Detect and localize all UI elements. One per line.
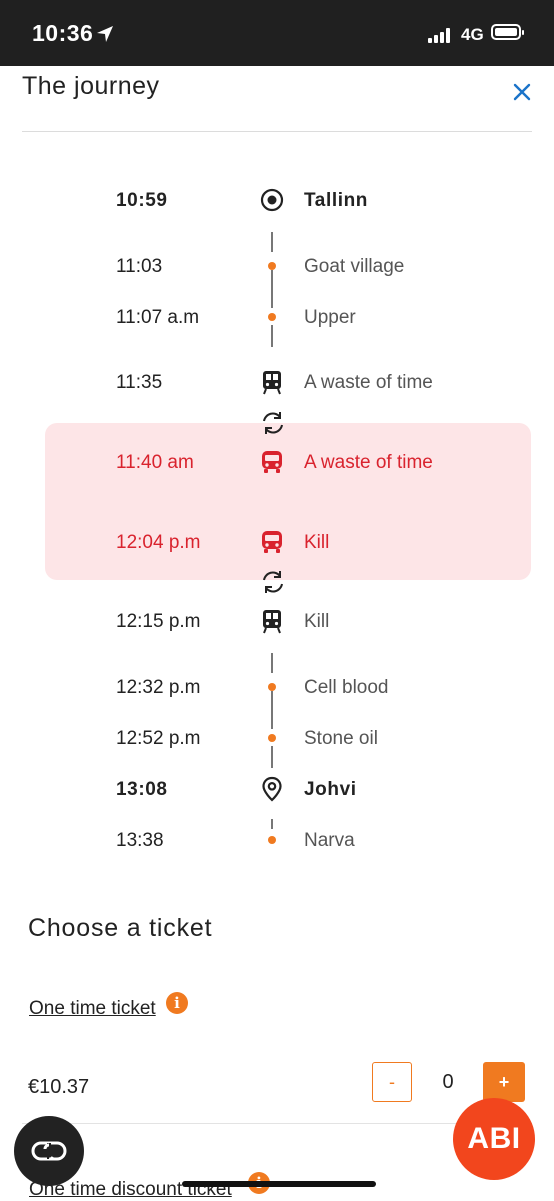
page-title: The journey (22, 72, 160, 100)
increase-quantity-button[interactable]: + (483, 1062, 525, 1102)
decrease-quantity-button[interactable]: - (372, 1062, 412, 1102)
info-icon[interactable]: i (166, 992, 188, 1014)
stop-name: Kill (304, 611, 330, 632)
timeline-line (271, 232, 273, 252)
stop-time: 12:15 p.m (116, 611, 201, 632)
timeline-line (271, 746, 273, 768)
abi-assistant-button[interactable]: ABI (453, 1098, 535, 1180)
stop-time: 12:04 p.m (116, 532, 201, 553)
timeline-line (271, 270, 273, 308)
timeline-line (271, 691, 273, 729)
stop-time: 13:38 (116, 830, 164, 851)
cellular-signal-icon (428, 27, 456, 43)
bus-icon (262, 451, 282, 473)
stop-time: 10:59 (116, 190, 168, 211)
location-arrow-icon (97, 26, 113, 42)
bus-icon (262, 531, 282, 553)
accessibility-button[interactable] (14, 1116, 84, 1186)
stop-dot (268, 836, 276, 844)
destination-pin-icon (262, 776, 282, 802)
timeline-line (271, 819, 273, 829)
stop-name: Kill (304, 532, 330, 553)
transfer-icon (263, 571, 283, 593)
stop-time: 11:07 a.m (116, 307, 200, 328)
stop-name: A waste of time (304, 452, 433, 473)
stop-name: Goat village (304, 256, 405, 277)
stop-time: 12:52 p.m (116, 728, 201, 749)
transfer-icon (263, 412, 283, 434)
stop-name: A waste of time (304, 372, 433, 393)
stop-name: Cell blood (304, 677, 389, 698)
stop-name: Tallinn (304, 190, 369, 211)
timeline-line (271, 653, 273, 673)
network-type: 4G (461, 25, 484, 44)
timeline-line (271, 325, 273, 347)
one-time-ticket-link[interactable]: One time ticket (29, 998, 156, 1020)
stop-dot (268, 734, 276, 742)
stop-name: Stone oil (304, 728, 378, 749)
stop-time: 11:03 (116, 256, 163, 277)
origin-target-icon (260, 188, 284, 212)
ticket-price: €10.37 (28, 1076, 90, 1098)
train-icon (263, 610, 281, 634)
home-indicator (182, 1181, 376, 1187)
close-icon[interactable] (510, 80, 534, 104)
stop-name: Johvi (304, 779, 357, 800)
stop-time: 11:35 (116, 372, 163, 393)
stop-name: Upper (304, 307, 356, 328)
stop-dot (268, 262, 276, 270)
status-time: 10:36 (32, 20, 94, 46)
replacement-bus-highlight (45, 423, 531, 580)
stop-time: 11:40 am (116, 452, 194, 473)
status-bar: 10:36 4G (0, 0, 554, 66)
ticket-row-divider (22, 1123, 512, 1124)
choose-ticket-heading: Choose a ticket (28, 914, 213, 942)
battery-icon (491, 24, 524, 40)
stop-dot (268, 683, 276, 691)
ticket-quantity: 0 (442, 1071, 454, 1093)
stop-time: 12:32 p.m (116, 677, 201, 698)
stop-time: 13:08 (116, 779, 168, 800)
header-divider (22, 131, 532, 132)
stop-name: Narva (304, 830, 355, 851)
link-loop-icon (31, 1141, 67, 1161)
train-icon (263, 371, 281, 395)
stop-dot (268, 313, 276, 321)
